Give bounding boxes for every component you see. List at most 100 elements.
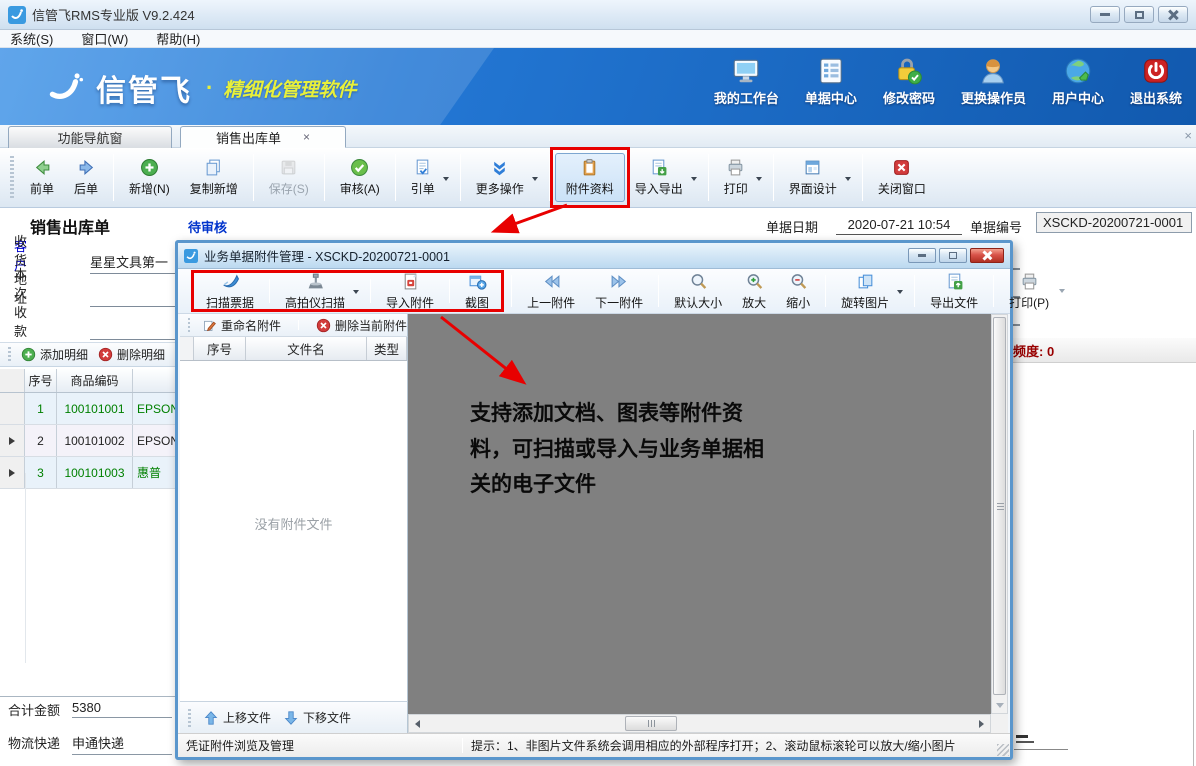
button-zoom-default[interactable]: 默认大小 xyxy=(664,268,732,315)
dropdown-arrow-icon[interactable] xyxy=(443,177,449,181)
dialog-title: 业务单据附件管理 - XSCKD-20200721-0001 xyxy=(204,246,450,265)
file-list-body[interactable]: 没有附件文件 xyxy=(180,361,408,701)
dialog-toolbar: 扫描票据高拍仪扫描导入附件截图上一附件下一附件默认大小放大缩小旋转图片导出文件打… xyxy=(178,269,1010,314)
dialog-close-button[interactable] xyxy=(970,248,1004,263)
switch-operator-icon xyxy=(978,56,1008,86)
button-screenshot[interactable]: 截图 xyxy=(455,268,499,315)
customer-input[interactable]: 星星文具第一 xyxy=(90,252,186,274)
export-file-icon xyxy=(945,272,964,291)
payment-input[interactable] xyxy=(90,337,186,340)
strip-close-icon[interactable]: × xyxy=(1184,128,1192,143)
seq-column-header: 序号 xyxy=(25,369,57,392)
resize-grip[interactable] xyxy=(997,744,1009,756)
preview-horizontal-scrollbar[interactable] xyxy=(408,714,991,733)
button-ui-design[interactable]: 界面设计 xyxy=(779,154,857,201)
button-save[interactable]: 保存(S) xyxy=(259,154,319,201)
attachment-preview-area[interactable] xyxy=(408,314,991,714)
ship-address-input[interactable] xyxy=(90,304,186,307)
listop-label: 重命名附件 xyxy=(221,317,281,334)
prev-attachment-icon xyxy=(542,272,561,291)
button-doc-camera[interactable]: 高拍仪扫描 xyxy=(275,268,365,315)
menu-system[interactable]: 系统(S) xyxy=(10,29,53,48)
button-next-doc[interactable]: 后单 xyxy=(64,154,108,201)
toolbar-separator xyxy=(324,154,325,201)
dropdown-arrow-icon[interactable] xyxy=(353,290,359,294)
ref-doc-icon xyxy=(413,158,432,177)
triangle-right-icon xyxy=(979,720,984,728)
dialog-maximize-button[interactable] xyxy=(939,248,967,263)
row-selector[interactable] xyxy=(0,457,25,488)
button-zoom-out[interactable]: 缩小 xyxy=(776,268,820,315)
scroll-right-button[interactable] xyxy=(973,715,990,732)
workstation-icon xyxy=(731,56,761,86)
button-attachment[interactable]: 附件资料 xyxy=(555,153,625,202)
brand-name: 信管飞 xyxy=(96,66,192,110)
toolbar-overflow-icon[interactable] xyxy=(1059,289,1065,293)
product-row[interactable]: 2100101002EPSON xyxy=(0,425,176,457)
dropdown-arrow-icon[interactable] xyxy=(532,177,538,181)
button-prev-doc[interactable]: 前单 xyxy=(20,154,64,201)
minimize-button[interactable] xyxy=(1090,6,1120,23)
dropdown-arrow-icon[interactable] xyxy=(845,177,851,181)
move-down-button[interactable]: 下移文件 xyxy=(283,709,351,726)
detail-add-circle-button[interactable]: 添加明细 xyxy=(21,346,88,363)
print-attachment-icon xyxy=(1020,272,1039,291)
vertical-scroll-thumb[interactable] xyxy=(993,317,1006,695)
dialog-app-icon xyxy=(184,249,198,263)
button-audit[interactable]: 审核(A) xyxy=(330,154,390,201)
button-label: 保存(S) xyxy=(269,180,309,197)
button-scan-receipt[interactable]: 扫描票据 xyxy=(196,268,264,315)
dropdown-arrow-icon[interactable] xyxy=(691,177,697,181)
button-close-window[interactable]: 关闭窗口 xyxy=(868,154,936,201)
row-selector[interactable] xyxy=(0,393,25,424)
button-print[interactable]: 打印 xyxy=(714,154,768,201)
button-import-export[interactable]: 导入导出 xyxy=(625,154,703,201)
total-value[interactable]: 5380 xyxy=(72,700,172,718)
horizontal-scroll-thumb[interactable] xyxy=(625,716,677,731)
menu-window[interactable]: 窗口(W) xyxy=(81,29,128,48)
button-zoom-in[interactable]: 放大 xyxy=(732,268,776,315)
banner-action-workstation[interactable]: 我的工作台 xyxy=(714,56,779,107)
listop-rename-button[interactable]: 重命名附件 xyxy=(202,317,281,334)
button-ref-doc[interactable]: 引单 xyxy=(401,154,455,201)
product-row[interactable]: 1100101001EPSON xyxy=(0,393,176,425)
listop-delete-circle-button[interactable]: 删除当前附件 xyxy=(316,317,407,334)
banner-action-switch-operator[interactable]: 更换操作员 xyxy=(961,56,1026,107)
tab-close-icon[interactable]: × xyxy=(303,130,310,144)
banner-action-change-password[interactable]: 修改密码 xyxy=(883,56,935,107)
dialog-title-bar[interactable]: 业务单据附件管理 - XSCKD-20200721-0001 xyxy=(178,243,1010,269)
banner-action-document-center[interactable]: 单据中心 xyxy=(805,56,857,107)
menu-help[interactable]: 帮助(H) xyxy=(156,29,200,48)
button-export-file[interactable]: 导出文件 xyxy=(920,268,988,315)
button-label: 引单 xyxy=(411,180,435,197)
button-print-attachment[interactable]: 打印(P) xyxy=(999,268,1059,315)
button-add-new[interactable]: 新增(N) xyxy=(119,154,180,201)
detail-delete-circle-button[interactable]: 删除明细 xyxy=(98,346,165,363)
scroll-down-button[interactable] xyxy=(993,698,1006,712)
tab-sales-outbound[interactable]: 销售出库单 × xyxy=(180,126,346,148)
banner-action-exit-system[interactable]: 退出系统 xyxy=(1130,56,1182,107)
dropdown-arrow-icon[interactable] xyxy=(897,290,903,294)
button-copy-new[interactable]: 复制新增 xyxy=(180,154,248,201)
row-selector[interactable] xyxy=(0,425,25,456)
dropdown-arrow-icon[interactable] xyxy=(756,177,762,181)
banner-action-user-center[interactable]: 用户中心 xyxy=(1052,56,1104,107)
product-row[interactable]: 3100101003惠普 xyxy=(0,457,176,489)
close-button[interactable] xyxy=(1158,6,1188,23)
button-more-ops[interactable]: 更多操作 xyxy=(466,154,544,201)
button-label: 复制新增 xyxy=(190,180,238,197)
date-field[interactable]: 2020-07-21 10:54 xyxy=(836,217,962,235)
tab-function-nav[interactable]: 功能导航窗 xyxy=(8,126,172,148)
doc-number-field[interactable]: XSCKD-20200721-0001 xyxy=(1036,212,1192,233)
move-up-button[interactable]: 上移文件 xyxy=(203,709,271,726)
maximize-button[interactable] xyxy=(1124,6,1154,23)
preview-vertical-scrollbar[interactable] xyxy=(991,314,1008,714)
button-next-attachment[interactable]: 下一附件 xyxy=(585,268,653,315)
button-rotate-image[interactable]: 旋转图片 xyxy=(831,268,909,315)
button-prev-attachment[interactable]: 上一附件 xyxy=(517,268,585,315)
more-ops-icon xyxy=(490,158,509,177)
logistics-value[interactable]: 申通快递 xyxy=(72,733,172,755)
button-import-attachment[interactable]: 导入附件 xyxy=(376,268,444,315)
dialog-minimize-button[interactable] xyxy=(908,248,936,263)
scroll-left-button[interactable] xyxy=(409,715,426,732)
